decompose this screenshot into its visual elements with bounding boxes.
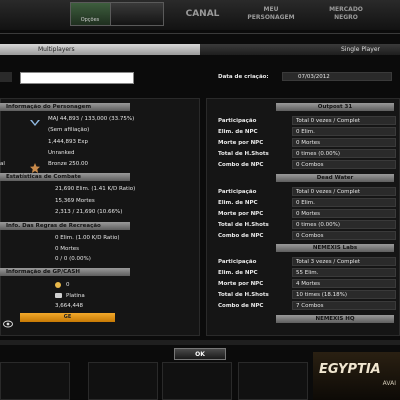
- outpost31-value-3: 0 times (0.00%): [296, 151, 341, 157]
- outpost31-value-0: Total 0 vezes / Complet: [296, 118, 361, 124]
- outpost31-value-1: 0 Elim.: [296, 129, 315, 135]
- deadwater-label-3: Total de H.Shots: [218, 222, 269, 228]
- banner-subtitle: AVAI: [382, 380, 396, 387]
- deadwater-value-0: Total 0 vezes / Complet: [296, 189, 361, 195]
- bottom-tile-4[interactable]: [238, 362, 308, 400]
- tab-multiplayers[interactable]: Multiplayers: [0, 44, 200, 55]
- recreation-line-3: 0 / 0 (0.00%): [55, 256, 91, 262]
- gp-value: 0: [66, 282, 70, 288]
- cash-value: 3,664,448: [55, 303, 83, 309]
- bottom-tile-2[interactable]: [88, 362, 158, 400]
- nemexislabs-value-0: Total 3 vezes / Complet: [296, 259, 361, 265]
- tab-single-player[interactable]: Single Player: [200, 44, 400, 55]
- nav-tab-image[interactable]: [110, 2, 164, 26]
- recreation-section-title: Info. Das Regras de Recreação: [0, 222, 130, 230]
- platinum-icon: [55, 293, 62, 298]
- outpost31-label-4: Combo de NPC: [218, 162, 264, 168]
- combat-line-2: 15,369 Mortes: [55, 198, 95, 204]
- outpost31-label-0: Participação: [218, 118, 257, 124]
- bottom-tile-3[interactable]: [162, 362, 232, 400]
- deadwater-value-3: 0 times (0.00%): [296, 222, 341, 228]
- nav-canal[interactable]: CANAL: [180, 10, 225, 19]
- left-panel: [0, 98, 200, 336]
- cut-label: al: [0, 161, 5, 167]
- combat-section-title: Estatísticas de Combate: [0, 173, 130, 181]
- divider: [0, 33, 400, 34]
- affiliation-text: (Sem afiliação): [48, 127, 90, 133]
- deadwater-value-1: 0 Elim.: [296, 200, 315, 206]
- nemexislabs-value-3: 10 times (18.18%): [296, 292, 348, 298]
- exp-text: 1,444,893 Exp: [48, 139, 88, 145]
- name-input[interactable]: [20, 72, 134, 84]
- nav-meu-personagem[interactable]: MEU PERSONAGEM: [245, 6, 297, 22]
- deadwater-label-0: Participação: [218, 189, 257, 195]
- gp-section-title: Informação de GP/CASH: [0, 268, 130, 276]
- combat-line-3: 2,313 / 21,690 (10.66%): [55, 209, 123, 215]
- creation-value: 07/03/2012: [298, 74, 330, 80]
- eye-icon[interactable]: [3, 313, 13, 328]
- gp-coin-icon: [55, 282, 61, 288]
- nemexislabs-label-2: Morte por NPC: [218, 281, 264, 287]
- nemexislabs-label-1: Elim. de NPC: [218, 270, 258, 276]
- deadwater-label-2: Morte por NPC: [218, 211, 264, 217]
- outpost31-label-2: Morte por NPC: [218, 140, 264, 146]
- level-progress-text: MAJ 44,893 / 133,000 (33.75%): [48, 116, 135, 122]
- nemexislabs-label-4: Combo de NPC: [218, 303, 264, 309]
- bottom-divider: [0, 340, 400, 345]
- outpost31-value-2: 0 Mortes: [296, 140, 321, 146]
- outpost31-value-4: 0 Combos: [296, 162, 324, 168]
- outpost31-title: Outpost 31: [276, 103, 394, 111]
- left-cut-box: [0, 72, 12, 82]
- deadwater-title: Dead Water: [276, 174, 394, 182]
- nav-tab-options-label: Opções: [80, 17, 100, 23]
- deadwater-label-1: Elim. de NPC: [218, 200, 258, 206]
- nemexislabs-value-1: 55 Elim.: [296, 270, 319, 276]
- top-nav: Opções CANAL MEU PERSONAGEM MERCADO NEGR…: [0, 0, 400, 30]
- platinum-text: Platina: [66, 293, 85, 299]
- bronze-star-icon: [30, 158, 40, 173]
- combat-line-1: 21,690 Elim. (1.41 K/D Ratio): [55, 186, 136, 192]
- banner-title: EGYPTIA: [319, 362, 381, 377]
- gp-charge-button[interactable]: GE: [20, 313, 115, 322]
- outpost31-label-1: Elim. de NPC: [218, 129, 258, 135]
- nemexislabs-value-4: 7 Combos: [296, 303, 324, 309]
- egyptian-banner[interactable]: EGYPTIA AVAI: [313, 352, 400, 400]
- outpost31-label-3: Total de H.Shots: [218, 151, 269, 157]
- nemexislabs-label-0: Participação: [218, 259, 257, 265]
- ok-button[interactable]: OK: [174, 348, 226, 360]
- deadwater-value-2: 0 Mortes: [296, 211, 321, 217]
- deadwater-value-4: 0 Combos: [296, 233, 324, 239]
- nemexishq-title: NEMEXIS HQ: [276, 315, 394, 323]
- nemexislabs-label-3: Total de H.Shots: [218, 292, 269, 298]
- character-section-title: Informação do Personagem: [0, 103, 130, 111]
- deadwater-label-4: Combo de NPC: [218, 233, 264, 239]
- rank-chevron-icon: [30, 113, 40, 126]
- tier-text: Bronze 250.00: [48, 161, 89, 167]
- bottom-tile-1[interactable]: [0, 362, 70, 400]
- recreation-line-1: 0 Elim. (1.00 K/D Ratio): [55, 235, 120, 241]
- nemexislabs-value-2: 4 Mortes: [296, 281, 321, 287]
- creation-label: Data de criação:: [218, 74, 269, 80]
- recreation-line-2: 0 Mortes: [55, 246, 80, 252]
- nav-mercado-negro[interactable]: MERCADO NEGRO: [320, 6, 372, 22]
- rank-text: Unranked: [48, 150, 75, 156]
- nemexislabs-title: NEMEXIS Labs: [276, 244, 394, 252]
